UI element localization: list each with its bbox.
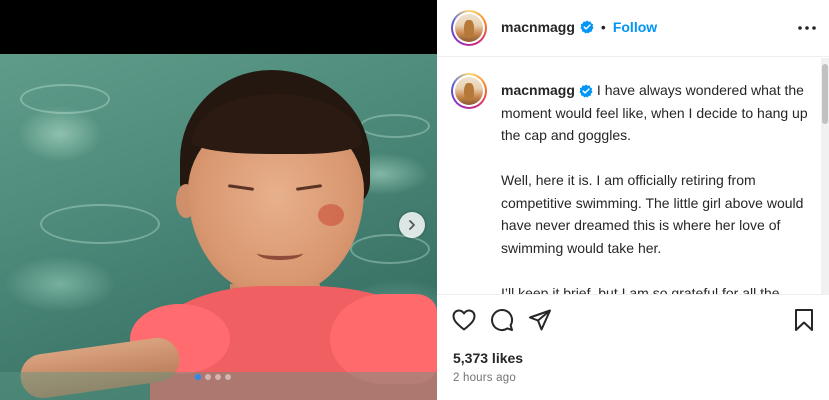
verified-badge-icon <box>579 84 593 98</box>
comment-button[interactable] <box>489 307 515 333</box>
post-panel: macnmagg • Follow macnmagg I have always… <box>437 0 829 400</box>
caption-text: I’ll keep it brief, but I am so grateful… <box>501 284 780 295</box>
share-button[interactable] <box>527 307 553 333</box>
carousel-dot <box>225 374 231 380</box>
avatar-image <box>455 14 483 42</box>
carousel-dot <box>205 374 211 380</box>
child-cheek <box>318 204 344 226</box>
more-options-icon <box>798 26 816 30</box>
carousel-dot <box>215 374 221 380</box>
swim-float-right <box>330 294 437 384</box>
save-button[interactable] <box>791 307 817 333</box>
post-media <box>0 0 437 400</box>
post-actions: 5,373 likes 2 hours ago <box>437 294 829 400</box>
like-count[interactable]: 5,373 likes <box>453 350 523 366</box>
caption-section: macnmagg I have always wondered what the… <box>437 58 829 294</box>
chevron-right-icon <box>409 220 415 230</box>
post-photo[interactable] <box>0 54 437 400</box>
heart-icon <box>452 309 476 331</box>
caption-author-avatar[interactable] <box>451 73 487 109</box>
carousel-dot <box>195 374 201 380</box>
caption-scrollbar[interactable] <box>821 58 829 294</box>
post-header: macnmagg • Follow <box>437 0 829 57</box>
water-ripple <box>40 204 160 244</box>
action-icon-row <box>451 307 817 335</box>
carousel-indicator <box>195 374 231 380</box>
caption-paragraph: Well, here it is. I am officially retiri… <box>501 169 815 259</box>
verified-badge-icon <box>580 20 594 34</box>
water-ripple <box>360 114 430 138</box>
separator-dot: • <box>600 19 606 35</box>
caption-text: Well, here it is. I am officially retiri… <box>501 172 804 256</box>
author-username[interactable]: macnmagg <box>501 19 575 35</box>
like-button[interactable] <box>451 307 477 333</box>
caption-paragraph: I’ll keep it brief, but I am so grateful… <box>501 282 815 295</box>
carousel-next-button[interactable] <box>399 212 425 238</box>
caption-author-username[interactable]: macnmagg <box>501 82 575 98</box>
scrollbar-thumb[interactable] <box>822 64 828 124</box>
post-caption: macnmagg I have always wondered what the… <box>501 79 815 294</box>
water-ripple <box>20 84 110 114</box>
comment-icon <box>491 309 514 331</box>
child-mouth <box>257 246 303 260</box>
paper-plane-icon <box>529 309 551 331</box>
follow-button[interactable]: Follow <box>613 19 657 35</box>
bookmark-icon <box>795 309 813 331</box>
author-avatar[interactable] <box>451 10 487 46</box>
post-timestamp[interactable]: 2 hours ago <box>453 372 516 384</box>
water-ripple <box>350 234 430 264</box>
more-options-button[interactable] <box>795 18 819 38</box>
caption-paragraph: macnmagg I have always wondered what the… <box>501 79 815 147</box>
header-meta: macnmagg • Follow <box>501 19 657 35</box>
avatar-image <box>455 77 483 105</box>
